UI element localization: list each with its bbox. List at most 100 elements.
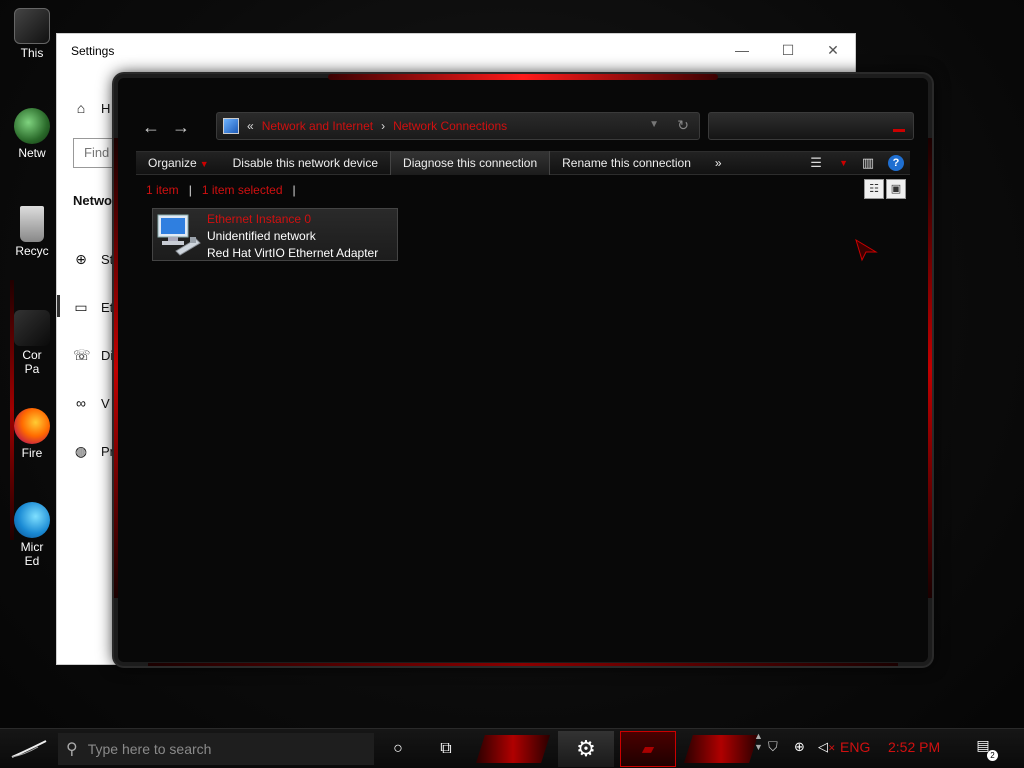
settings-item-dialup[interactable]: ☏ Di bbox=[73, 347, 113, 363]
maximize-button[interactable]: ☐ bbox=[774, 40, 802, 60]
command-toolbar: Organize ▼ Disable this network device Di… bbox=[136, 151, 910, 175]
task-view-icon[interactable]: ⧉ bbox=[434, 737, 458, 761]
settings-item-label: Di bbox=[101, 347, 114, 363]
settings-home-label: H bbox=[101, 100, 111, 116]
address-bar[interactable]: « Network and Internet › Network Connect… bbox=[216, 112, 700, 140]
address-overflow[interactable]: « bbox=[247, 119, 254, 133]
red-accent bbox=[114, 138, 118, 598]
connection-status: Unidentified network bbox=[207, 229, 316, 243]
connection-name: Ethernet Instance 0 bbox=[207, 212, 312, 226]
network-icon bbox=[14, 108, 50, 144]
home-icon: ⌂ bbox=[76, 100, 86, 116]
more-commands-button[interactable]: » bbox=[703, 151, 734, 175]
refresh-icon[interactable]: ↻ bbox=[677, 117, 689, 134]
language-indicator[interactable]: ENG bbox=[840, 739, 870, 755]
forward-arrow-icon[interactable]: → bbox=[170, 116, 192, 138]
security-shield-icon[interactable]: ⛉ bbox=[768, 739, 778, 755]
notification-glyph: ▤ bbox=[976, 737, 990, 753]
breadcrumb-network-internet[interactable]: Network and Internet bbox=[262, 119, 373, 133]
close-button[interactable]: ✕ bbox=[819, 40, 847, 60]
chevron-down-icon: ▼ bbox=[199, 159, 209, 169]
selection-indicator bbox=[57, 295, 60, 317]
red-accent bbox=[928, 138, 932, 598]
settings-home[interactable]: ⌂ H bbox=[73, 100, 111, 116]
cortana-icon[interactable]: ○ bbox=[386, 737, 410, 761]
connection-item[interactable]: Ethernet Instance 0 Unidentified network… bbox=[152, 208, 398, 261]
control-panel-icon bbox=[223, 118, 239, 134]
taskbar-settings-app[interactable]: ⚙ bbox=[558, 731, 614, 767]
taskbar-search-box[interactable]: ⚲ Type here to search bbox=[58, 733, 374, 765]
organize-button[interactable]: Organize ▼ bbox=[136, 151, 221, 175]
taskbar-red-decor bbox=[476, 735, 550, 763]
large-icons-view-icon[interactable]: ▣ bbox=[886, 179, 906, 199]
desktop-icon-recycle-bin[interactable]: Recyc bbox=[4, 206, 60, 258]
search-icon: ⚲ bbox=[66, 741, 78, 758]
settings-item-label: V bbox=[101, 395, 110, 411]
settings-title: Settings bbox=[71, 44, 115, 58]
minimize-button[interactable]: — bbox=[728, 40, 756, 60]
status-separator: | bbox=[292, 183, 296, 197]
settings-item-label: Et bbox=[101, 299, 114, 315]
desktop-red-decor-left bbox=[10, 280, 14, 540]
edge-icon bbox=[14, 502, 50, 538]
back-arrow-icon[interactable]: ← bbox=[140, 116, 162, 138]
desktop-icon-label: Micr Ed bbox=[20, 540, 44, 568]
rename-button[interactable]: Rename this connection bbox=[550, 151, 703, 175]
taskbar: ⚲ Type here to search ○ ⧉ ⚙ ▰ ▲ ▼ ⛉ ⊕ ◁✕ … bbox=[0, 728, 1024, 768]
connection-item-text: Ethernet Instance 0 Unidentified network… bbox=[207, 211, 378, 262]
clock[interactable]: 2:52 PM bbox=[888, 739, 940, 755]
notification-count: 2 bbox=[987, 750, 998, 761]
toolbar-right: ☰ ▼ ▥ ? bbox=[808, 155, 904, 171]
settings-section-title: Netwo bbox=[73, 193, 112, 208]
proxy-icon: ◍ bbox=[74, 443, 88, 459]
desktop-icon-network[interactable]: Netw bbox=[4, 108, 60, 160]
desktop-icon-label: This bbox=[20, 46, 44, 60]
settings-item-proxy[interactable]: ◍ Pr bbox=[73, 443, 114, 459]
taskbar-explorer-app[interactable]: ▰ bbox=[620, 731, 676, 767]
red-accent bbox=[328, 74, 718, 80]
search-accent bbox=[893, 129, 905, 132]
mouse-cursor-icon bbox=[855, 238, 878, 262]
status-row: 1 item | 1 item selected | bbox=[146, 183, 296, 197]
network-status-icon[interactable]: ⊕ bbox=[794, 739, 805, 755]
desktop-icon-this-pc[interactable]: This bbox=[4, 8, 60, 60]
action-center-icon[interactable]: ▤ 2 bbox=[972, 737, 998, 761]
change-view-icon[interactable]: ☰ bbox=[808, 155, 824, 171]
settings-item-label: Pr bbox=[101, 443, 114, 459]
folder-icon: ▰ bbox=[641, 741, 655, 758]
start-button-icon[interactable] bbox=[8, 733, 50, 765]
settings-item-ethernet[interactable]: ▭ Et bbox=[73, 299, 113, 315]
desktop-icon-label: Recyc bbox=[15, 244, 49, 258]
breadcrumb-separator: › bbox=[381, 119, 386, 133]
gear-icon: ⚙ bbox=[576, 736, 596, 761]
diagnose-button[interactable]: Diagnose this connection bbox=[390, 151, 551, 175]
dialup-icon: ☏ bbox=[73, 347, 91, 363]
red-accent bbox=[148, 663, 898, 666]
status-separator: | bbox=[188, 183, 192, 197]
settings-titlebar[interactable]: Settings — ☐ ✕ bbox=[57, 34, 855, 66]
globe-icon: ⊕ bbox=[75, 251, 87, 267]
tray-overflow-icon[interactable]: ▲ ▼ bbox=[754, 731, 763, 753]
recycle-bin-icon bbox=[20, 206, 44, 242]
view-buttons: ☷ ▣ bbox=[864, 179, 906, 199]
selected-count: 1 item selected bbox=[201, 183, 283, 197]
connection-adapter: Red Hat VirtIO Ethernet Adapter bbox=[207, 246, 379, 260]
control-panel-icon bbox=[14, 310, 50, 346]
disable-device-button[interactable]: Disable this network device bbox=[221, 151, 390, 175]
chevron-down-icon[interactable]: ▼ bbox=[649, 119, 659, 130]
help-icon[interactable]: ? bbox=[888, 155, 904, 171]
item-count: 1 item bbox=[146, 183, 179, 197]
taskbar-search-placeholder: Type here to search bbox=[87, 741, 212, 757]
ethernet-icon: ▭ bbox=[74, 299, 88, 315]
settings-item-vpn[interactable]: ∞ V bbox=[73, 395, 110, 411]
preview-pane-icon[interactable]: ▥ bbox=[860, 155, 876, 171]
search-input[interactable] bbox=[708, 112, 914, 140]
details-view-icon[interactable]: ☷ bbox=[864, 179, 884, 199]
settings-item-status[interactable]: ⊕ St bbox=[73, 251, 113, 267]
organize-label: Organize bbox=[148, 156, 197, 170]
volume-muted-icon[interactable]: ◁✕ bbox=[818, 739, 836, 755]
chevron-down-icon[interactable]: ▼ bbox=[839, 158, 848, 168]
taskbar-red-decor bbox=[684, 735, 758, 763]
breadcrumb-network-connections[interactable]: Network Connections bbox=[393, 119, 507, 133]
network-adapter-icon bbox=[157, 214, 201, 256]
